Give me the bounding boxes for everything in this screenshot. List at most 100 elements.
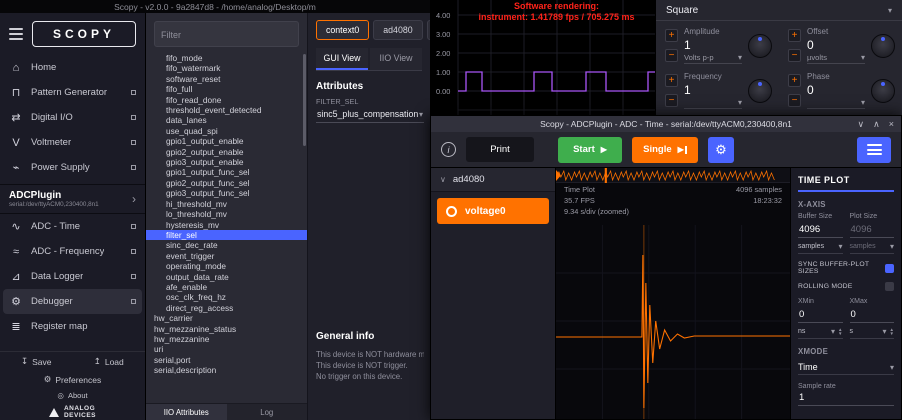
xmax-unit-select[interactable]: s ▾ ▲▼ (850, 325, 895, 339)
info-button[interactable]: i (441, 142, 456, 157)
menu-icon[interactable] (9, 25, 23, 43)
attr-item-selected[interactable]: filter_sel (146, 230, 307, 240)
detach-icon[interactable] (131, 224, 136, 229)
offset-value[interactable]: 0 (807, 38, 865, 52)
load-button[interactable]: ↥ Load (73, 356, 146, 367)
attr-item[interactable]: threshold_event_detected (146, 105, 307, 115)
attr-item[interactable]: gpio2_output_func_sel (146, 178, 307, 188)
scrollbar[interactable] (303, 54, 306, 146)
phase-value[interactable]: 0 (807, 83, 865, 97)
tab-gui-view[interactable]: GUI View (316, 48, 368, 70)
tab-iio-attributes[interactable]: IIO Attributes (146, 404, 227, 420)
tab-log[interactable]: Log (227, 404, 308, 420)
filter-sel-dropdown[interactable]: sinc5_plus_compensation ▾ (316, 106, 424, 123)
menu-button[interactable] (857, 137, 891, 163)
detach-icon[interactable] (131, 140, 136, 145)
frequency-value[interactable]: 1 (684, 83, 742, 97)
sidebar-item-voltmeter[interactable]: V Voltmeter (0, 130, 145, 155)
attr-item[interactable]: uri (146, 344, 307, 354)
sidebar-item-adc-time[interactable]: ∿ ADC - Time (0, 214, 145, 239)
frequency-knob[interactable] (748, 79, 772, 103)
detach-icon[interactable] (131, 299, 136, 304)
single-button[interactable]: Single ▶ (632, 137, 698, 163)
attr-item[interactable]: serial,port (146, 355, 307, 365)
attr-item[interactable]: fifo_mode (146, 53, 307, 63)
attr-item[interactable]: serial,description (146, 365, 307, 375)
title-bar[interactable]: Scopy - ADCPlugin - ADC - Time - serial:… (431, 116, 901, 132)
attr-item[interactable]: fifo_read_done (146, 95, 307, 105)
attr-item[interactable]: lo_threshold_mv (146, 209, 307, 219)
increment-button[interactable]: + (665, 74, 678, 87)
settings-button[interactable]: ⚙ (708, 137, 734, 163)
xmin-unit-select[interactable]: ns ▾ ▲▼ (798, 325, 843, 339)
increment-button[interactable]: + (665, 29, 678, 42)
decrement-button[interactable]: − (788, 49, 801, 62)
sidebar-item-data-logger[interactable]: ⊿ Data Logger (0, 264, 145, 289)
sidebar-item-power-supply[interactable]: ⌁ Power Supply (0, 155, 145, 180)
unit-select[interactable]: Volts p-p ▾ (684, 53, 742, 64)
spinner-arrows-icon[interactable]: ▲▼ (890, 328, 894, 336)
rolling-mode-checkbox[interactable] (885, 282, 894, 291)
amplitude-knob[interactable] (748, 34, 772, 58)
context-tab-context0[interactable]: context0 (316, 20, 369, 40)
detach-icon[interactable] (131, 90, 136, 95)
attr-item[interactable]: event_trigger (146, 251, 307, 261)
attr-item[interactable]: software_reset (146, 74, 307, 84)
increment-button[interactable]: + (788, 74, 801, 87)
filter-search-box[interactable] (154, 21, 299, 47)
attr-item[interactable]: gpio1_output_func_sel (146, 167, 307, 177)
attr-item[interactable]: output_data_rate (146, 272, 307, 282)
unit-select[interactable]: ▾ (807, 98, 865, 109)
close-button[interactable]: × (889, 119, 894, 129)
channel-voltage0-button[interactable]: voltage0 (437, 198, 549, 224)
sidebar-device-adcplugin[interactable]: ADCPlugin serial:/dev/ttyACM0,230400,8n1… (0, 184, 145, 214)
about-button[interactable]: ◎ About (0, 388, 145, 403)
tab-iio-view[interactable]: IIO View (370, 48, 422, 70)
attr-item[interactable]: gpio3_output_enable (146, 157, 307, 167)
sidebar-item-digital-io[interactable]: ⇄ Digital I/O (0, 105, 145, 130)
unit-select[interactable]: ▾ (684, 98, 742, 109)
xmode-select[interactable]: Time ▾ (798, 360, 894, 375)
xmax-input[interactable]: 0 (850, 307, 895, 323)
attr-item[interactable]: hw_mezzanine_status (146, 324, 307, 334)
decrement-button[interactable]: − (665, 94, 678, 107)
decrement-button[interactable]: − (788, 94, 801, 107)
attr-item[interactable]: use_quad_spi (146, 126, 307, 136)
unit-select[interactable]: µvolts ▾ (807, 53, 865, 64)
attr-item[interactable]: osc_clk_freq_hz (146, 292, 307, 302)
title-bar[interactable]: Scopy - v2.0.0 - 9a2847d8 - /home/analog… (0, 0, 430, 13)
attr-item[interactable]: operating_mode (146, 261, 307, 271)
detach-icon[interactable] (131, 165, 136, 170)
waveform-select[interactable]: Square ▾ (656, 0, 902, 21)
attr-item[interactable]: gpio3_output_func_sel (146, 188, 307, 198)
attr-item[interactable]: fifo_watermark (146, 63, 307, 73)
print-button[interactable]: Print (466, 137, 534, 162)
increment-button[interactable]: + (788, 29, 801, 42)
context-tab-ad4080[interactable]: ad4080 (373, 20, 422, 40)
plot-size-input[interactable]: 4096 (850, 222, 895, 238)
sidebar-item-adc-frequency[interactable]: ≈ ADC - Frequency (0, 239, 145, 264)
decrement-button[interactable]: − (665, 49, 678, 62)
attr-item[interactable]: hysteresis_mv (146, 220, 307, 230)
buffer-size-input[interactable]: 4096 (798, 222, 843, 238)
device-collapse-ad4080[interactable]: ∨ ad4080 (431, 168, 555, 192)
sidebar-item-register-map[interactable]: ≣ Register map (0, 314, 145, 339)
buffer-unit-select[interactable]: samples ▾ (798, 240, 843, 254)
amplitude-value[interactable]: 1 (684, 38, 742, 52)
filter-search-input[interactable] (161, 30, 292, 40)
spinner-arrows-icon[interactable]: ▲▼ (838, 328, 842, 336)
xmin-input[interactable]: 0 (798, 307, 843, 323)
attr-item[interactable]: sinc_dec_rate (146, 240, 307, 250)
sync-buffer-plot-checkbox[interactable] (885, 264, 894, 273)
detach-icon[interactable] (131, 115, 136, 120)
attr-item[interactable]: fifo_full (146, 84, 307, 94)
attr-item[interactable]: gpio2_output_enable (146, 147, 307, 157)
plot-preview-strip[interactable] (556, 168, 790, 183)
maximize-button[interactable]: ∧ (873, 119, 880, 130)
detach-icon[interactable] (131, 249, 136, 254)
offset-knob[interactable] (871, 34, 895, 58)
sidebar-item-pattern-generator[interactable]: ⊓ Pattern Generator (0, 80, 145, 105)
attr-item[interactable]: hw_mezzanine (146, 334, 307, 344)
save-button[interactable]: ↧ Save (0, 356, 73, 367)
preferences-button[interactable]: ⚙ Preferences (0, 371, 145, 388)
